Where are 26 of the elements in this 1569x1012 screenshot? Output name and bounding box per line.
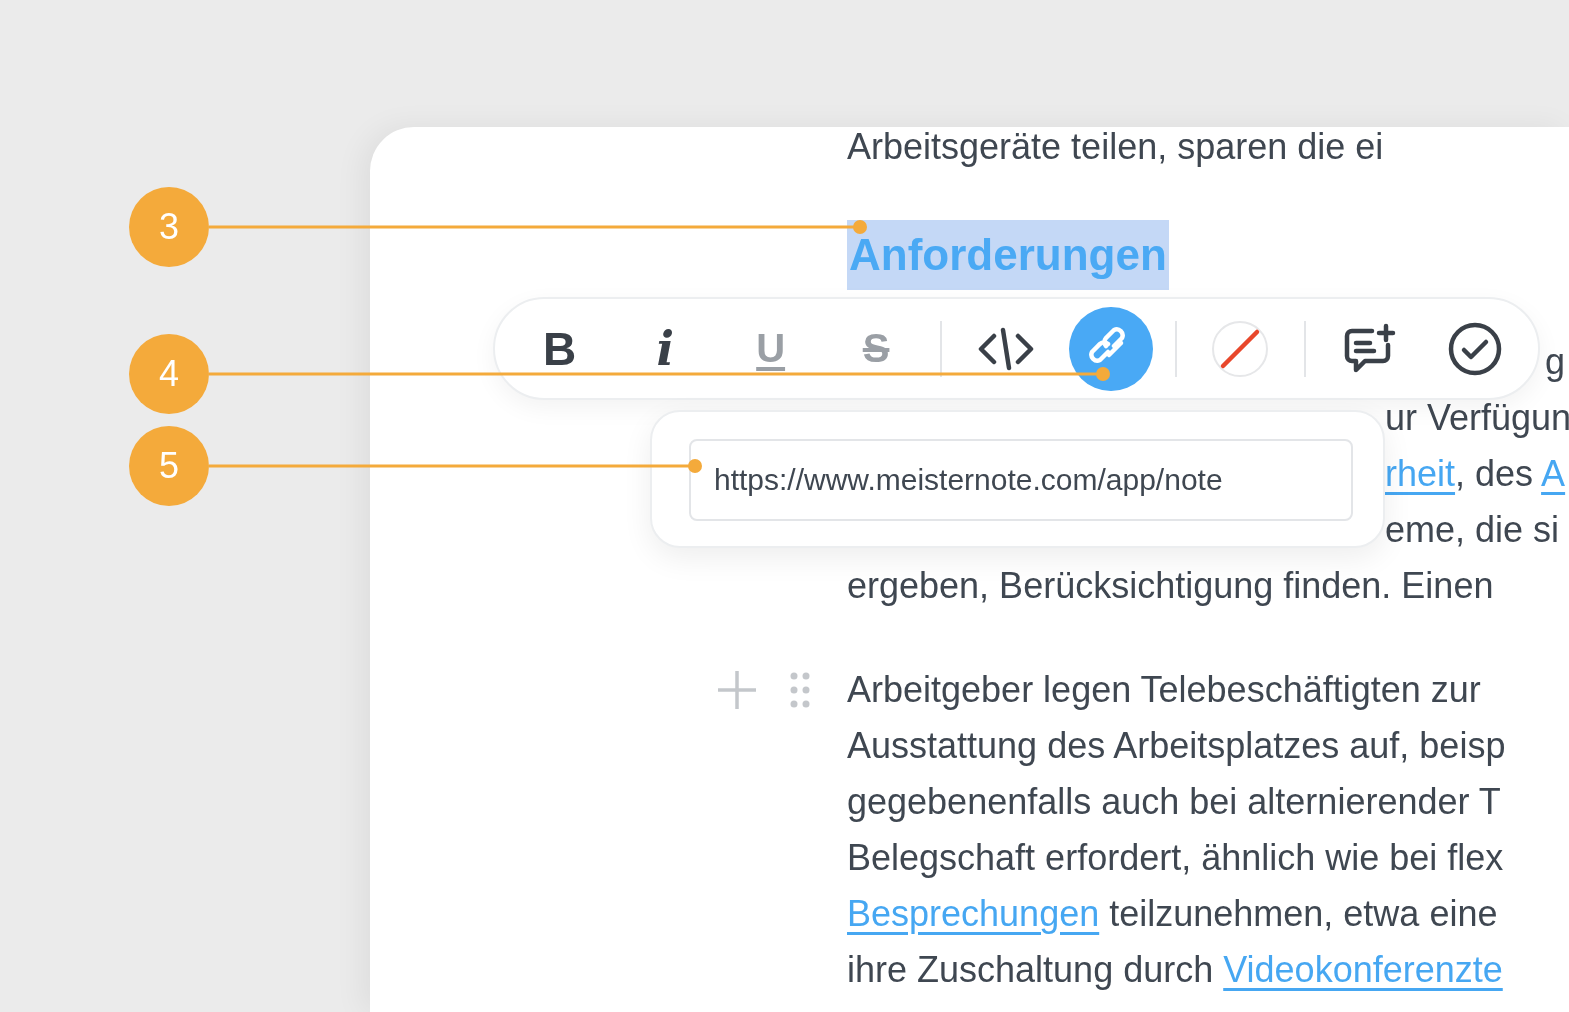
no-color-icon [1211,319,1270,378]
body-text: ur Verfügun [1385,397,1569,438]
check-circle-icon [1447,320,1504,377]
body-text: ihre Zuschaltung durch [847,949,1215,990]
bold-button[interactable]: B [518,306,602,391]
body-text: Arbeitsgeräte teilen, sparen die ei [847,127,1385,167]
body-text: Ausstattung des Arbeitsplatzes auf, beisp [847,725,1506,766]
italic-button[interactable]: i [623,306,707,391]
drag-handle-icon[interactable] [790,672,810,708]
body-text: Belegschaft erfordert, ähnlich wie bei flex [847,837,1504,878]
text-link[interactable]: Videokonferenzte [1223,949,1503,990]
body-text: ergeben, Berücksichtigung finden. Einen [847,565,1494,606]
body-text: eme, die si [1385,509,1560,550]
step-marker: 3 [129,187,209,267]
body-text: gegebenenfalls auch bei alternierender T [847,781,1501,822]
section-heading: Anforderungen [847,220,1169,290]
body-text: , des [1455,453,1535,494]
body-text: Arbeitgeber legen Telebeschäftigten zur [847,669,1481,710]
body-text: teilzunehmen, etwa eine [1108,893,1498,934]
text-link[interactable]: rheit [1385,453,1456,494]
body-text: g [1545,341,1566,382]
text-link[interactable]: A [1541,453,1566,494]
url-field[interactable]: https://www.meisternote.com/app/note [689,439,1353,521]
step-marker: 4 [129,334,209,414]
step-marker: 5 [129,426,209,506]
text-link[interactable]: Besprechungen [847,893,1100,934]
